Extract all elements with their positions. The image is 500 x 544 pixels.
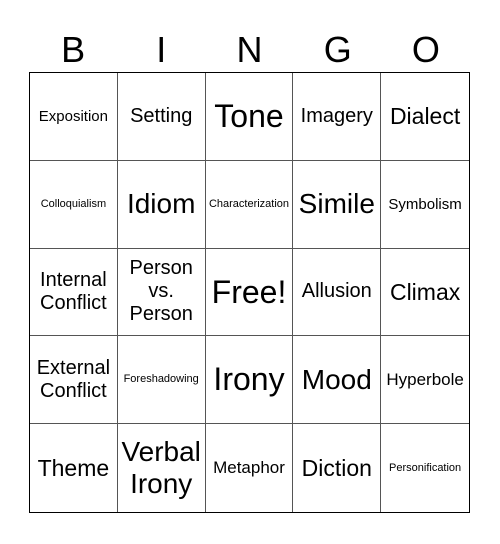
bingo-cell: Climax	[381, 249, 469, 337]
bingo-cell: External Conflict	[30, 336, 118, 425]
bingo-cell: Theme	[30, 424, 118, 512]
bingo-grid: Exposition Setting Tone Imagery Dialect …	[29, 72, 470, 513]
bingo-cell: Verbal Irony	[118, 424, 206, 512]
header-letter-i: I	[156, 29, 167, 70]
bingo-cell: Mood	[293, 336, 382, 425]
bingo-cell: Dialect	[381, 73, 469, 161]
free-space-cell: Free!	[205, 248, 294, 337]
bingo-cell: Foreshadowing	[117, 336, 206, 425]
bingo-header: B I N G O	[29, 28, 470, 72]
header-letter-b: B	[61, 29, 86, 70]
header-letter-n: N	[236, 29, 263, 70]
bingo-cell: Metaphor	[206, 424, 294, 512]
bingo-cell: Colloquialism	[30, 160, 118, 249]
header-letter-o: O	[411, 29, 440, 70]
bingo-cell: Personification	[389, 461, 462, 474]
bingo-cell: Exposition	[30, 73, 118, 161]
bingo-cell: Imagery	[293, 73, 382, 161]
bingo-cell: Person vs. Person	[117, 248, 206, 337]
bingo-cell: Symbolism	[381, 161, 469, 249]
bingo-cell: Tone	[205, 73, 294, 161]
bingo-cell: Setting	[117, 73, 206, 161]
bingo-cell: Allusion	[293, 248, 382, 337]
bingo-cell: Hyperbole	[381, 336, 469, 425]
bingo-cell: Irony	[205, 336, 294, 425]
bingo-cell: Characterization	[205, 160, 294, 249]
bingo-cell: Internal Conflict	[30, 248, 118, 337]
bingo-cell: Simile	[293, 160, 382, 249]
header-letter-g: G	[323, 29, 352, 70]
bingo-cell: Diction	[293, 424, 382, 512]
bingo-cell: Idiom	[117, 160, 206, 249]
